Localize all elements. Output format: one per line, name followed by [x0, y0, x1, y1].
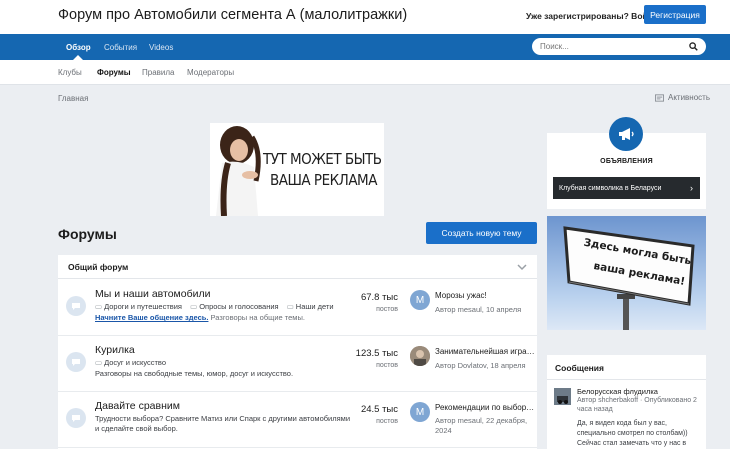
forum-row: Мы и наши автомобили ▭ Дороги и путешеств… [58, 280, 537, 336]
announcement-item-label: Клубная символика в Беларуси [559, 184, 662, 192]
post-count: 24.5 тыс [360, 404, 398, 415]
post-count: 123.5 тыс [355, 348, 398, 359]
subforum-icon: ▭ [190, 302, 198, 311]
subforum-list: ▭ Дороги и путешествия ▭ Опросы и голосова… [95, 302, 334, 311]
message-snippet-2: специально смотрел по столбам)) [577, 430, 688, 437]
forum-start-link[interactable]: Начните Ваше общение здесь. [95, 313, 208, 322]
category-title[interactable]: Общий форум [68, 262, 128, 272]
megaphone-icon [609, 117, 643, 151]
search-input[interactable] [540, 41, 680, 52]
ad-banner-line-2: ВАША РЕКЛАМА [270, 171, 377, 189]
forum-description-text-2: и сделайте свой выбор. [95, 424, 178, 433]
user-photo [410, 346, 430, 366]
forum-category-block: Общий форум Мы и наши автомобили ▭ Дороги… [58, 255, 537, 449]
search-box [532, 38, 706, 55]
subnav-forums[interactable]: Форумы [97, 68, 131, 77]
forum-title[interactable]: Курилка [95, 344, 135, 356]
message-snippet: Да, я видел кода был у вас, [577, 420, 667, 427]
post-count: 67.8 тыс [360, 292, 398, 303]
messages-title: Сообщения [555, 363, 604, 373]
sub-nav: Клубы Форумы Правила Модераторы [0, 60, 730, 85]
message-meta: Автор shcherbakoff · Опубликовано 2 [577, 397, 697, 404]
avatar[interactable] [410, 346, 430, 366]
subforum-icon: ▭ [286, 302, 294, 311]
new-topic-button[interactable]: Создать новую тему [426, 222, 537, 244]
forum-description: Начните Ваше общение здесь. Разговоры на… [95, 313, 305, 322]
site-header: Форум про Автомобили сегмента А (малолит… [0, 0, 730, 34]
register-button[interactable]: Регистрация [644, 5, 706, 24]
activity-label: Активность [668, 93, 711, 102]
last-post-meta: Автор mesaul, 10 апреля [435, 305, 522, 314]
avatar[interactable]: M [410, 290, 430, 310]
subforum-icon: ▭ [95, 302, 103, 311]
chevron-down-icon[interactable] [517, 263, 527, 271]
forums-title: Форумы [58, 226, 117, 242]
subforum-link[interactable]: Дороги и путешествия [104, 302, 182, 311]
search-icon[interactable] [689, 42, 698, 51]
post-count-label: постов [376, 306, 398, 313]
tab-videos[interactable]: Videos [149, 34, 173, 60]
ad-banner-line-1: ТУТ МОЖЕТ БЫТЬ [263, 150, 382, 168]
message-meta-2: часа назад [577, 406, 613, 413]
category-header: Общий форум [58, 255, 537, 279]
breadcrumb[interactable]: Главная [58, 94, 88, 103]
subforum-link[interactable]: Опросы и голосования [199, 302, 278, 311]
forum-bubble-icon [66, 352, 86, 372]
message-snippet-3: Сейчас стал замечать что у нас в [577, 440, 687, 447]
woman-illustration [216, 126, 261, 216]
main-nav: Обзор События Videos [0, 34, 730, 60]
subforum-icon: ▭ [95, 358, 103, 367]
subnav-clubs[interactable]: Клубы [58, 68, 82, 77]
tab-overview[interactable]: Обзор [66, 34, 91, 60]
avatar[interactable] [554, 388, 571, 405]
post-count-label: постов [376, 418, 398, 425]
last-post-title[interactable]: Морозы ужас! [435, 291, 535, 300]
forum-description-text: Разговоры на свободные темы, юмор, досуг… [95, 369, 294, 378]
subnav-rules[interactable]: Правила [142, 68, 174, 77]
last-post-meta: Автор Dovlatov, 18 апреля [435, 361, 526, 370]
avatar[interactable]: M [410, 402, 430, 422]
last-post-meta: Автор mesaul, 22 декабря, [435, 416, 528, 425]
forum-description-text: Трудности выбора? Сравните Матиз или Спа… [95, 414, 351, 423]
forum-title[interactable]: Давайте сравним [95, 400, 180, 412]
subforum-link[interactable]: Наши дети [296, 302, 334, 311]
last-post-title[interactable]: Рекомендации по выбору ... [435, 403, 535, 412]
subforum-link[interactable]: Досуг и искусство [104, 358, 166, 367]
activity-link[interactable]: Активность [655, 93, 710, 102]
chevron-right-icon: › [690, 183, 693, 193]
forum-title[interactable]: Мы и наши автомобили [95, 288, 211, 300]
message-topic[interactable]: Белорусская флудилка [577, 387, 658, 396]
messages-widget: Сообщения Белорусская флудилка Автор shc… [547, 355, 706, 449]
announcement-item[interactable]: Клубная символика в Беларуси › [553, 177, 700, 199]
forum-description-text: Разговоры на общие темы. [210, 313, 305, 322]
last-post-title[interactable]: Занимательнейшая игра: ... [435, 347, 535, 356]
billboard-ad[interactable]: Здесь могла быть ваша реклама! [547, 216, 706, 330]
divider [547, 379, 706, 380]
subnav-moderators[interactable]: Модераторы [187, 68, 234, 77]
subforum-list: ▭ Досуг и искусство [95, 358, 166, 367]
forum-bubble-icon [66, 296, 86, 316]
login-link-label: Уже зарегистрированы? Войти [526, 11, 658, 21]
announcements-title: ОБЪЯВЛЕНИЯ [600, 158, 653, 165]
announcements-widget: ОБЪЯВЛЕНИЯ Клубная символика в Беларуси … [547, 117, 706, 209]
activity-icon [655, 93, 664, 102]
forum-bubble-icon [66, 408, 86, 428]
forum-row: Курилка ▭ Досуг и искусство Разговоры на … [58, 336, 537, 392]
post-count-label: постов [376, 362, 398, 369]
last-post-meta-2: 2024 [435, 426, 452, 435]
tab-events[interactable]: События [104, 34, 137, 60]
user-photo [554, 388, 571, 405]
site-title[interactable]: Форум про Автомобили сегмента А (малолит… [58, 7, 407, 23]
ad-banner[interactable]: ТУТ МОЖЕТ БЫТЬ ВАША РЕКЛАМА [210, 123, 384, 216]
forum-row: Давайте сравним Трудности выбора? Сравни… [58, 392, 537, 448]
